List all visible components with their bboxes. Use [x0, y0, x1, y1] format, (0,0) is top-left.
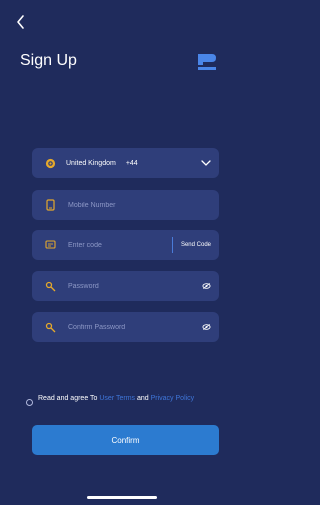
confirm-password-input[interactable]: [68, 323, 198, 331]
verification-code-input[interactable]: [68, 241, 168, 249]
country-code: +44: [125, 159, 138, 167]
user-terms-link[interactable]: User Terms: [99, 395, 135, 402]
key-icon: [44, 280, 56, 292]
agreement-and: and: [135, 395, 151, 402]
verification-code-field: Send Code: [32, 230, 219, 260]
password-field: [32, 271, 219, 301]
phone-icon: [44, 199, 56, 211]
key-icon: [44, 321, 56, 333]
home-indicator: [87, 496, 157, 499]
eye-icon[interactable]: [202, 323, 211, 331]
agreement-text: Read and agree To User Terms and Privacy…: [38, 394, 208, 403]
agreement-prefix: Read and agree To: [38, 395, 100, 402]
page-title: Sign Up: [20, 52, 77, 69]
message-icon: [44, 239, 56, 251]
brand-logo: [198, 54, 216, 70]
chevron-down-icon: [201, 160, 211, 166]
privacy-policy-link[interactable]: Privacy Policy: [151, 395, 195, 402]
country-selector[interactable]: United Kingdom +44: [32, 148, 219, 178]
mobile-number-input[interactable]: [68, 201, 211, 209]
globe-icon: [44, 157, 56, 169]
send-code-button[interactable]: Send Code: [181, 242, 211, 248]
confirm-button[interactable]: Confirm: [32, 425, 219, 455]
confirm-password-field: [32, 312, 219, 342]
eye-icon[interactable]: [202, 282, 211, 290]
back-arrow-icon[interactable]: [14, 14, 28, 30]
divider: [171, 237, 173, 253]
mobile-number-field: [32, 190, 219, 220]
country-name: United Kingdom: [66, 159, 116, 167]
password-input[interactable]: [68, 282, 198, 290]
agree-radio[interactable]: [26, 399, 33, 406]
